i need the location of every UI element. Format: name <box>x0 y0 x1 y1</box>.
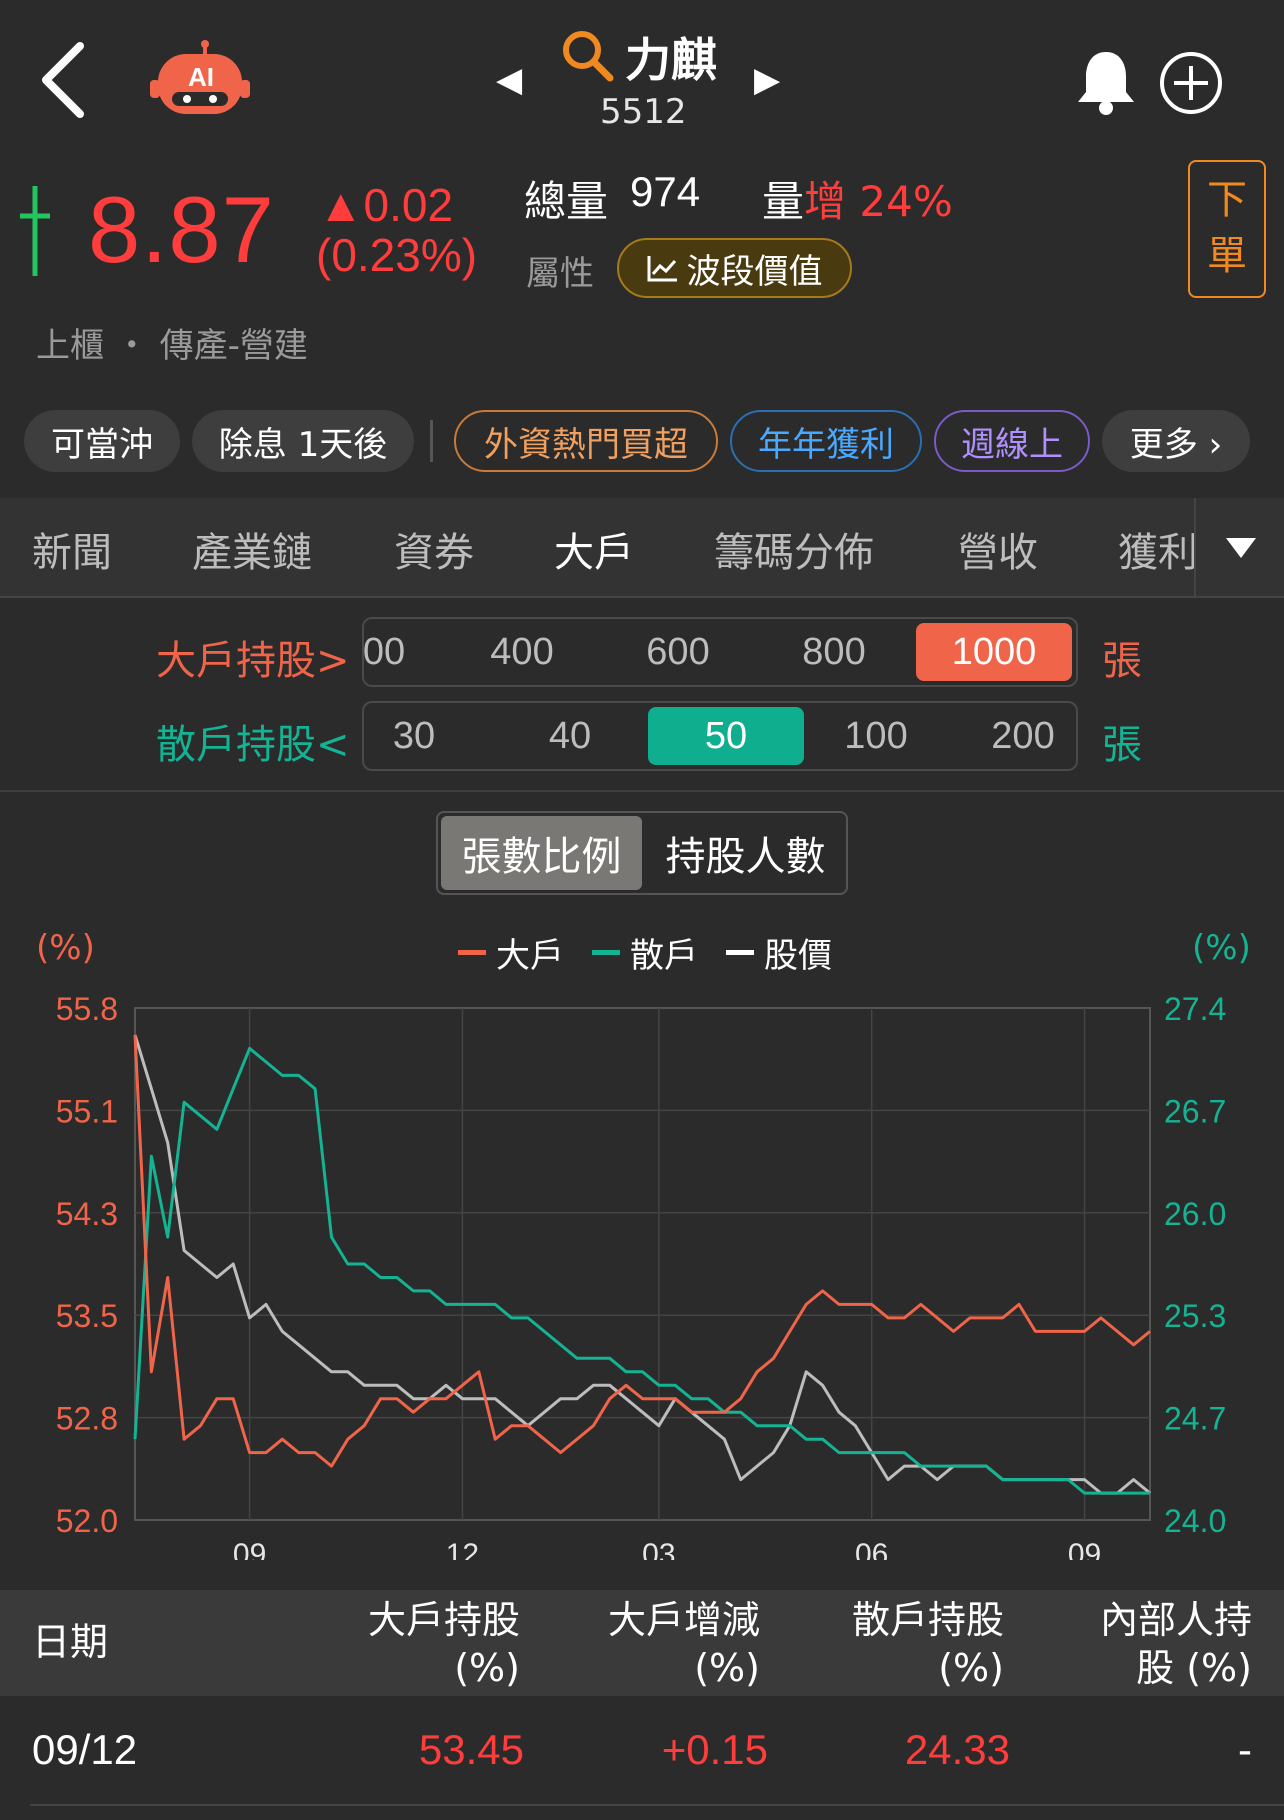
left-tick-label: 53.5 <box>56 1298 118 1334</box>
left-tick-label: 52.0 <box>56 1503 118 1539</box>
stock-code: 5512 <box>600 92 687 132</box>
cell-big-hold: 53.45 <box>418 1726 524 1773</box>
total-volume-label: 總量 <box>524 177 609 226</box>
x-tick-label: 09 <box>1068 1538 1101 1560</box>
tag-ex-dividend[interactable]: 除息 1天後 <box>192 410 414 472</box>
right-tick-label: 24.0 <box>1164 1503 1226 1539</box>
big-option-selected[interactable]: 1000 <box>916 623 1072 681</box>
x-tick-label: 06 <box>855 1538 888 1560</box>
right-tick-label: 25.3 <box>1164 1298 1226 1334</box>
tab-major-holders[interactable]: 大戶 <box>554 520 634 578</box>
search-icon[interactable] <box>560 28 616 84</box>
th-big-change: 大戶增減 (%) <box>607 1598 760 1690</box>
x-tick-label: 12 <box>446 1538 479 1560</box>
top-bar: AI ◀ 力麒 5512 ▶ <box>0 0 1284 160</box>
tag-day-trade[interactable]: 可當沖 <box>24 410 180 472</box>
small-holder-unit: 張 <box>1102 722 1142 768</box>
big-holder-unit: 張 <box>1102 638 1142 684</box>
right-tick-label: 27.4 <box>1164 991 1226 1027</box>
cell-big-change: +0.15 <box>661 1726 768 1773</box>
tab-margin[interactable]: 資券 <box>394 520 474 578</box>
tab-industry-chain[interactable]: 產業鏈 <box>192 520 312 578</box>
holders-line-chart[interactable]: 55.8 27.4 55.1 26.7 54.3 26.0 53.5 25.3 52.8 24.7… <box>0 920 1284 1560</box>
big-option[interactable]: 00 <box>364 619 414 685</box>
current-price: 8.87 <box>88 177 275 282</box>
tag-more-button[interactable]: 更多 › <box>1102 410 1250 472</box>
cell-insider: - <box>1238 1726 1252 1773</box>
th-big-hold: 大戶持股 (%) <box>367 1598 520 1690</box>
big-option[interactable]: 800 <box>784 619 884 685</box>
left-tick-label: 55.8 <box>56 991 118 1027</box>
th-date: 日期 <box>32 1620 109 1664</box>
left-tick-label: 52.8 <box>56 1401 118 1437</box>
cell-date: 09/12 <box>32 1726 138 1773</box>
next-stock-button[interactable]: ▶ <box>754 60 780 100</box>
big-option[interactable]: 600 <box>628 619 728 685</box>
right-tick-label: 26.7 <box>1164 1093 1226 1129</box>
x-tick-label: 03 <box>642 1538 675 1560</box>
toggle-share-ratio[interactable]: 張數比例 <box>441 816 642 890</box>
row-divider <box>30 1804 1284 1806</box>
cell-small-hold: 24.33 <box>904 1726 1010 1773</box>
left-tick-label: 55.1 <box>56 1093 118 1129</box>
back-arrow-icon[interactable] <box>36 40 96 120</box>
big-option[interactable]: 400 <box>472 619 572 685</box>
small-option-selected[interactable]: 50 <box>648 707 804 765</box>
tab-news[interactable]: 新聞 <box>32 520 112 578</box>
tab-chip-distribution[interactable]: 籌碼分佈 <box>714 520 874 578</box>
series-line-big <box>133 1034 1151 1468</box>
table-header: 日期 大戶持股 (%) 大戶增減 (%) 散戶持股 (%) 內部人持股 (%) <box>0 1590 1284 1696</box>
big-holder-threshold-selector: 00 400 600 800 1000 <box>362 617 1078 687</box>
ai-robot-icon[interactable]: AI <box>150 40 250 130</box>
series-line-small <box>133 1046 1150 1495</box>
volume-increase: 量增 24% <box>762 177 953 226</box>
price-change: ▲0.02 <box>318 179 454 231</box>
divider <box>0 790 1284 792</box>
left-tick-label: 54.3 <box>56 1196 118 1232</box>
wave-value-button[interactable]: 波段價值 <box>617 238 852 298</box>
price-change-percent: (0.23%) <box>316 229 478 281</box>
big-holder-label: 大戶持股> <box>156 638 350 684</box>
tag-foreign-buy[interactable]: 外資熱門買超 <box>454 410 718 472</box>
add-watchlist-icon[interactable] <box>1158 50 1224 116</box>
right-tick-label: 26.0 <box>1164 1196 1226 1232</box>
total-volume-value: 974 <box>630 168 701 215</box>
chevron-down-icon[interactable] <box>1226 538 1256 558</box>
th-insider: 內部人持股 (%) <box>1099 1598 1252 1690</box>
trend-chart-icon <box>647 256 677 282</box>
bell-icon[interactable] <box>1076 48 1136 116</box>
candlestick-icon <box>20 186 50 276</box>
order-button[interactable]: 下單 <box>1188 160 1266 298</box>
small-option[interactable]: 200 <box>968 703 1076 769</box>
small-holder-threshold-selector: 30 40 50 100 200 <box>362 701 1078 771</box>
market-category: 上櫃 ・ 傳產-營建 <box>36 326 308 366</box>
tab-bar: 新聞 產業鏈 資券 大戶 籌碼分佈 營收 獲利 <box>0 498 1284 598</box>
svg-text:AI: AI <box>188 62 214 92</box>
series-line-price <box>133 1034 1151 1495</box>
x-tick-label: 09 <box>233 1538 266 1560</box>
small-option[interactable]: 100 <box>826 703 926 769</box>
tag-annual-profit[interactable]: 年年獲利 <box>730 410 922 472</box>
attribute-label: 屬性 <box>526 254 594 294</box>
th-small-hold: 散戶持股 (%) <box>851 1598 1004 1690</box>
metric-toggle: 張數比例 持股人數 <box>436 811 848 895</box>
tab-divider <box>1194 498 1196 598</box>
small-holder-label: 散戶持股< <box>156 722 350 768</box>
tag-weekly-above[interactable]: 週線上 <box>934 410 1090 472</box>
tag-separator <box>430 420 433 462</box>
right-tick-label: 24.7 <box>1164 1401 1226 1437</box>
small-option[interactable]: 40 <box>520 703 620 769</box>
table-row[interactable]: 09/12 53.45 +0.15 24.33 - <box>0 1700 1284 1806</box>
tab-revenue[interactable]: 營收 <box>958 520 1038 578</box>
prev-stock-button[interactable]: ◀ <box>496 60 522 100</box>
small-option[interactable]: 30 <box>364 703 464 769</box>
stock-name[interactable]: 力麒 <box>625 24 717 90</box>
toggle-holder-count[interactable]: 持股人數 <box>645 813 846 893</box>
tab-profit[interactable]: 獲利 <box>1118 520 1194 578</box>
